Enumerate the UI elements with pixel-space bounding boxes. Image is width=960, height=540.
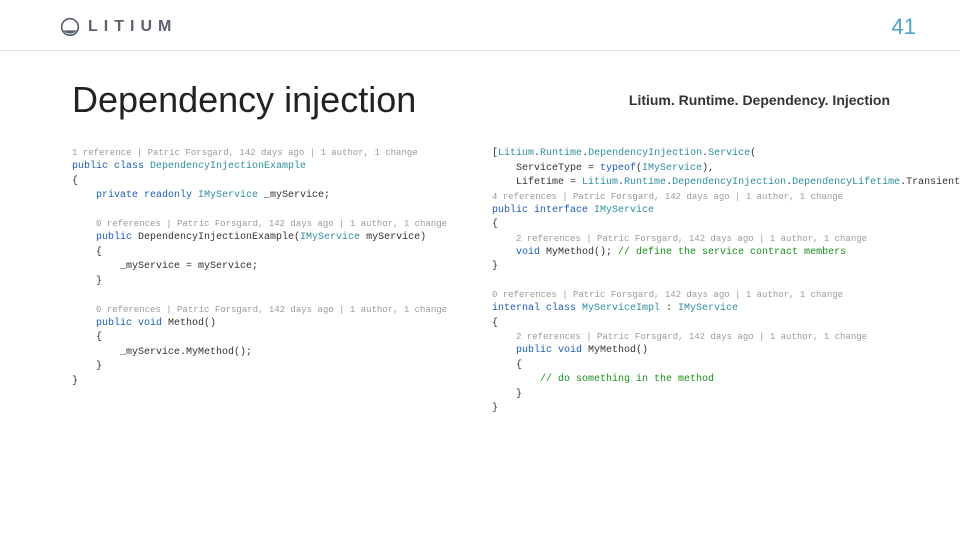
code-block-consumer: 1 reference | Patric Forsgard, 142 days … [72,147,462,417]
page-number: 41 [892,14,916,40]
codelens: 2 references | Patric Forsgard, 142 days… [492,233,960,246]
slide-title: Dependency injection [72,79,416,121]
content-area: 1 reference | Patric Forsgard, 142 days … [0,131,960,417]
code-line: ServiceType = typeof(IMyService), [492,162,960,177]
code-line: void MyMethod(); // define the service c… [492,246,960,261]
code-line: { [492,218,960,233]
brand-icon [60,17,80,37]
code-line: _myService = myService; [72,260,462,275]
code-line: // do something in the method [492,373,960,388]
code-line: } [72,375,462,390]
code-line: { [72,246,462,261]
title-row: Dependency injection Litium. Runtime. De… [0,51,960,131]
codelens: 2 references | Patric Forsgard, 142 days… [492,331,960,344]
code-line: } [492,402,960,417]
code-line: { [72,331,462,346]
code-blank [72,204,462,219]
code-line: } [492,260,960,275]
code-line: Lifetime = Litium.Runtime.DependencyInje… [492,176,960,191]
code-blank [72,289,462,304]
code-blank [492,275,960,290]
namespace-label: Litium. Runtime. Dependency. Injection [629,92,890,108]
code-line: public class DependencyInjectionExample [72,160,462,175]
code-line: public void MyMethod() [492,344,960,359]
code-line: public interface IMyService [492,204,960,219]
code-line: _myService.MyMethod(); [72,346,462,361]
header: LITIUM 41 [0,0,960,51]
codelens: 0 references | Patric Forsgard, 142 days… [72,218,462,231]
brand-logo: LITIUM [60,17,177,37]
code-line: { [72,175,462,190]
code-line: { [492,359,960,374]
codelens: 4 references | Patric Forsgard, 142 days… [492,191,960,204]
codelens: 0 references | Patric Forsgard, 142 days… [492,289,960,302]
code-line: { [492,317,960,332]
code-line: } [492,388,960,403]
codelens: 1 reference | Patric Forsgard, 142 days … [72,147,462,160]
code-line: public DependencyInjectionExample(IMySer… [72,231,462,246]
brand-text: LITIUM [88,18,177,36]
code-line: } [72,360,462,375]
code-line: [Litium.Runtime.DependencyInjection.Serv… [492,147,960,162]
code-line: public void Method() [72,317,462,332]
code-line: private readonly IMyService _myService; [72,189,462,204]
codelens: 0 references | Patric Forsgard, 142 days… [72,304,462,317]
code-line: } [72,275,462,290]
code-line: internal class MyServiceImpl : IMyServic… [492,302,960,317]
code-block-service-definition: [Litium.Runtime.DependencyInjection.Serv… [492,147,960,417]
